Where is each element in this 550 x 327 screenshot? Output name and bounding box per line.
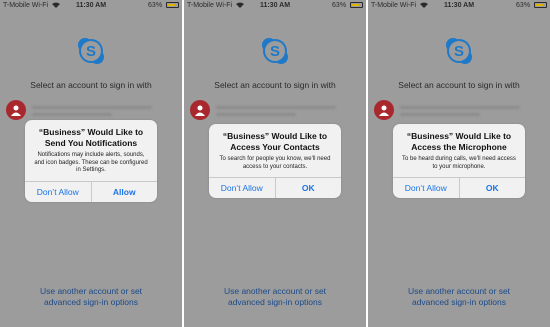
blurred-account-detail — [32, 113, 112, 116]
battery-indicator: 63% — [516, 2, 547, 9]
svg-text:S: S — [86, 43, 96, 60]
battery-icon — [166, 2, 179, 8]
skype-logo-icon: S — [446, 38, 472, 64]
battery-indicator: 63% — [332, 2, 363, 9]
dont-allow-button[interactable]: Don’t Allow — [393, 178, 459, 198]
skype-logo-icon: S — [262, 38, 288, 64]
account-list-item[interactable] — [190, 100, 360, 120]
select-account-label: Select an account to sign in with — [30, 80, 152, 90]
screen-contacts: T-Mobile Wi-Fi 11:30 AM 63% S Select an … — [184, 0, 366, 327]
advanced-signin-link[interactable]: Use another account or set advanced sign… — [0, 286, 182, 308]
permission-alert: “Business” Would Like to Access Your Con… — [209, 124, 341, 198]
alert-message: To search for people you know, we'll nee… — [219, 156, 331, 170]
screen-notifications: T-Mobile Wi-Fi 11:30 AM 63% S Select an … — [0, 0, 182, 327]
skype-logo-icon: S — [78, 38, 104, 64]
svg-text:S: S — [454, 43, 464, 60]
battery-icon — [350, 2, 363, 8]
dont-allow-button[interactable]: Don’t Allow — [25, 182, 91, 202]
select-account-label: Select an account to sign in with — [214, 80, 336, 90]
ok-button[interactable]: OK — [458, 178, 526, 198]
dont-allow-button[interactable]: Don’t Allow — [209, 178, 275, 198]
blurred-account-name — [32, 106, 152, 109]
alert-title: “Business” Would Like to Access the Micr… — [406, 131, 512, 152]
blurred-account-name — [400, 106, 520, 109]
blurred-account-detail — [216, 113, 296, 116]
permission-alert: “Business” Would Like to Send You Notifi… — [25, 120, 157, 202]
person-icon — [195, 105, 205, 116]
permission-alert: “Business” Would Like to Access the Micr… — [393, 124, 525, 198]
status-bar: T-Mobile Wi-Fi 11:30 AM 63% — [184, 0, 366, 12]
account-list-item[interactable] — [6, 100, 176, 120]
screen-microphone: T-Mobile Wi-Fi 11:30 AM 63% S Select an … — [368, 0, 550, 327]
avatar — [190, 100, 210, 120]
select-account-label: Select an account to sign in with — [398, 80, 520, 90]
blurred-account-detail — [400, 113, 480, 116]
alert-title: “Business” Would Like to Send You Notifi… — [38, 127, 144, 148]
alert-message: Notifications may include alerts, sounds… — [34, 152, 148, 173]
avatar — [6, 100, 26, 120]
person-icon — [11, 105, 21, 116]
status-bar: T-Mobile Wi-Fi 11:30 AM 63% — [368, 0, 550, 12]
advanced-signin-link[interactable]: Use another account or set advanced sign… — [184, 286, 366, 308]
allow-button[interactable]: Allow — [90, 181, 158, 202]
ok-button[interactable]: OK — [274, 178, 342, 198]
alert-title: “Business” Would Like to Access Your Con… — [222, 131, 328, 152]
avatar — [374, 100, 394, 120]
account-list-item[interactable] — [374, 100, 544, 120]
blurred-account-name — [216, 106, 336, 109]
advanced-signin-link[interactable]: Use another account or set advanced sign… — [368, 286, 550, 308]
alert-message: To be heard during calls, we'll need acc… — [402, 156, 516, 170]
battery-icon — [534, 2, 547, 8]
status-bar: T-Mobile Wi-Fi 11:30 AM 63% — [0, 0, 182, 12]
svg-text:S: S — [270, 43, 280, 60]
person-icon — [379, 105, 389, 116]
battery-indicator: 63% — [148, 2, 179, 9]
